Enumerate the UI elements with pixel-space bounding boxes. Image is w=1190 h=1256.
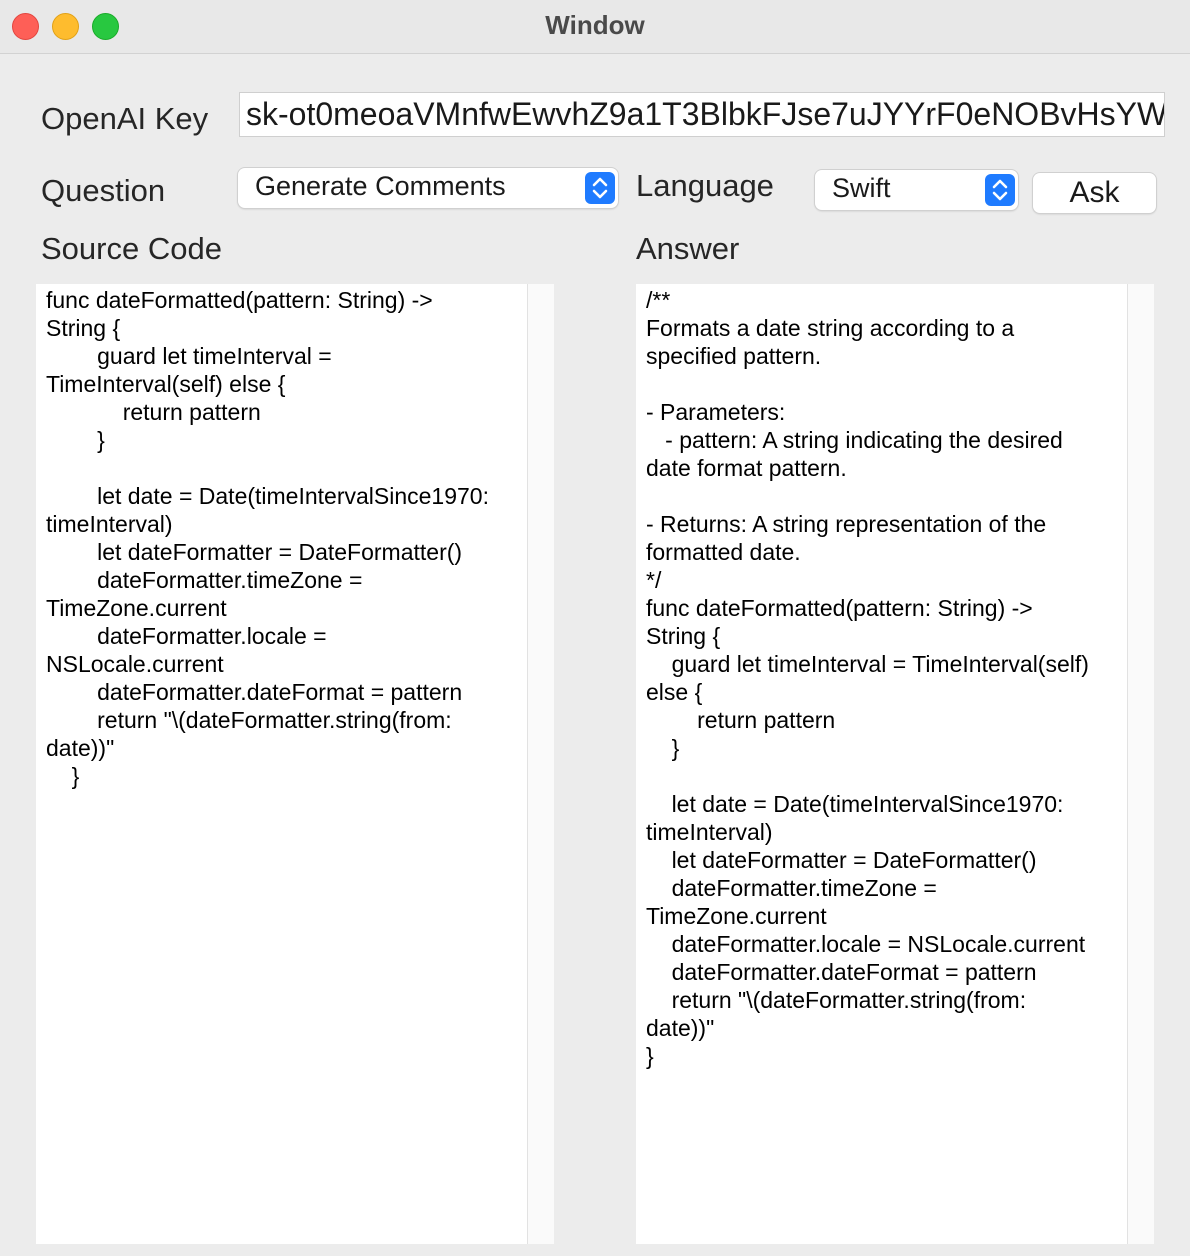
title-bar: Window <box>0 0 1190 54</box>
openai-key-label: OpenAI Key <box>41 101 209 136</box>
answer-text-view[interactable]: /** Formats a date string according to a… <box>636 284 1127 1244</box>
language-label: Language <box>636 168 774 203</box>
answer-label: Answer <box>636 231 740 266</box>
question-label: Question <box>41 173 166 208</box>
chevron-up-down-icon <box>985 174 1015 206</box>
chevron-up-down-icon <box>585 172 615 204</box>
ask-button[interactable]: Ask <box>1033 173 1156 213</box>
source-code-editor[interactable]: func dateFormatted(pattern: String) -> S… <box>36 284 527 1244</box>
language-select-value: Swift <box>832 173 891 203</box>
language-select[interactable]: Swift <box>815 170 1018 210</box>
answer-scrollbar[interactable] <box>1127 284 1154 1244</box>
openai-key-field[interactable]: sk-ot0meoaVMnfwEwvhZ9a1T3BlbkFJse7uJYYrF… <box>239 92 1165 137</box>
source-code-label: Source Code <box>41 231 222 266</box>
window-title: Window <box>545 10 645 40</box>
question-select-value: Generate Comments <box>255 171 506 201</box>
source-code-scrollbar[interactable] <box>527 284 554 1244</box>
question-select[interactable]: Generate Comments <box>238 168 618 208</box>
